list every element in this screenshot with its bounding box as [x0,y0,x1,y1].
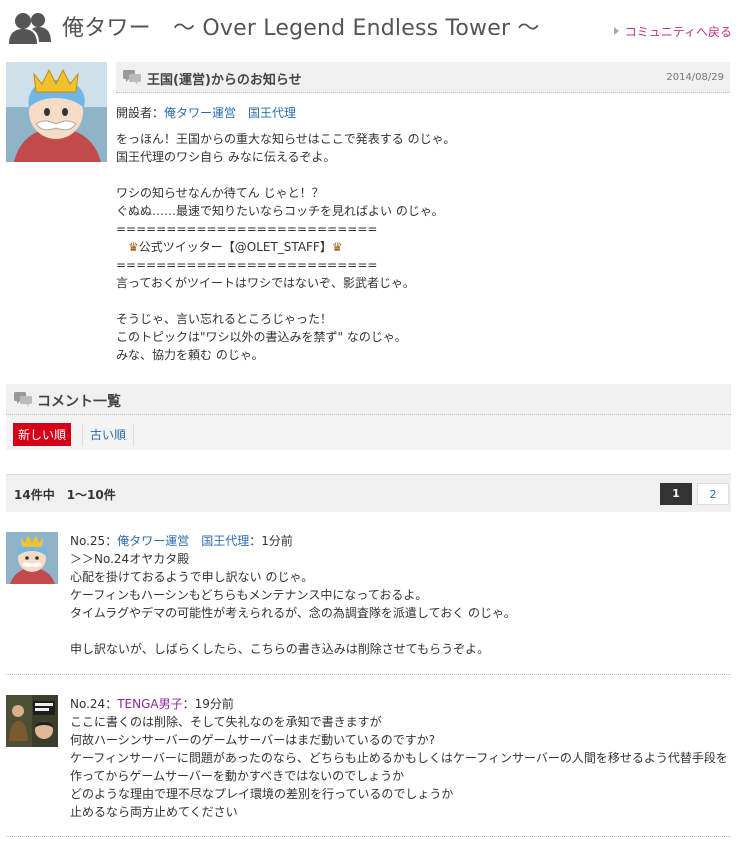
comment-line: 止めるなら両方止めてください [70,805,238,819]
notice-line: をっほん！王国からの重大な知らせはここで発表する のじゃ。 [116,132,456,146]
comment-time: ：1分前 [249,534,293,548]
comment-author-link[interactable]: 俺タワー運営 国王代理 [117,534,249,548]
comment-item: No.25：俺タワー運営 国王代理：1分前 ＞＞No.24オヤカタ殿 心配を掛け… [0,532,746,672]
back-link-label: コミュニティへ戻る [624,25,732,39]
comment-line: 何故ハーシンサーバーのゲームサーバーはまだ動いているのですか? [70,733,436,747]
divider [6,836,731,837]
king-avatar [6,62,107,162]
result-count: 14件中 1～10件 [14,488,116,502]
notice-line: そうじゃ、言い忘れるところじゃった！ [116,312,333,326]
page-2-button[interactable]: 2 [697,483,729,505]
sort-bar: 新しい順 古い順 [6,415,731,450]
comment-number: No.24： [70,697,118,711]
comment-author-link[interactable]: TENGA男子 [117,697,182,711]
pagination-bar: 14件中 1～10件 1 2 [6,474,731,512]
comment-meta: No.25：俺タワー運営 国王代理：1分前 [70,532,740,550]
notice-author-line: 開設者：俺タワー運営 国王代理 [116,104,736,122]
arrow-right-icon [613,27,619,35]
comment-line: 作ってからゲームサーバーを動かすべきではないのでしょうか [70,769,405,783]
sort-oldest-button[interactable]: 古い順 [82,423,135,446]
comment-body: No.25：俺タワー運営 国王代理：1分前 ＞＞No.24オヤカタ殿 心配を掛け… [70,532,740,658]
comments-header: コメント一覧 [6,384,731,415]
comment-meta: No.24：TENGA男子：19分前 [70,695,740,713]
notice-date: 2014/08/29 [666,72,724,83]
community-title: 俺タワー ～ Over Legend Endless Tower ～ [62,16,540,41]
notice-line [116,292,736,310]
crown-icon: ♛ [331,240,343,254]
speech-bubbles-icon [123,70,141,85]
notice-line: みな、協力を頼む のじゃ。 [116,348,264,362]
comment-line: タイムラグやデマの可能性が考えられるが、念の為調査隊を派遣しておく のじゃ。 [70,606,516,620]
notice-line [116,166,736,184]
comments-title: コメント一覧 [37,394,121,410]
comment-item: No.24：TENGA男子：19分前 ここに書くのは削除、そして失礼なのを承知で… [0,695,746,830]
notice-twitter-line: ♛公式ツイッター【@OLET_STAFF】♛ [116,238,736,256]
notice-line: このトピックは"ワシ以外の書込みを禁ず" なのじゃ。 [116,330,407,344]
notice-line: 言っておくがツイートはワシではないぞ、影武者じゃ。 [116,276,415,290]
crown-icon: ♛ [128,240,139,254]
notice-line: 国王代理のワシ自ら みなに伝えるぞよ。 [116,150,336,164]
comment-body: No.24：TENGA男子：19分前 ここに書くのは削除、そして失礼なのを承知で… [70,695,740,821]
page-1-button[interactable]: 1 [660,483,692,505]
notice-line: ワシの知らせなんか待てん じゃと！？ [116,186,324,200]
comment-line: ここに書くのは削除、そして失礼なのを承知で書きますが [70,715,382,729]
notice-title: 王国(運営)からのお知らせ [147,73,302,88]
user-avatar [6,695,58,747]
twitter-label: 公式ツイッター【@OLET_STAFF】 [138,240,332,254]
author-label: 開設者： [116,106,165,120]
king-avatar [6,532,58,584]
comment-line: ケーフィンもハーシンもどちらもメンテナンス中になっておるよ。 [70,588,428,602]
sort-newest-button[interactable]: 新しい順 [13,423,72,446]
back-to-community-link[interactable]: コミュニティへ戻る [613,23,732,40]
users-icon [9,13,51,44]
comment-line: ケーフィンサーバーに問題があったのなら、どちらも止めるかもしくはケーフィンサーバ… [70,751,728,765]
notice-header: 王国(運営)からのお知らせ 2014/08/29 [116,62,730,93]
speech-bubbles-icon [14,392,32,407]
comment-line [70,622,740,640]
notice-body: 開設者：俺タワー運営 国王代理 をっほん！王国からの重大な知らせはここで発表する… [116,104,736,364]
comment-line: 申し訳ないが、しばらくしたら、こちらの書き込みは削除させてもらうぞよ。 [70,642,490,656]
comment-line: ＞＞No.24オヤカタ殿 [70,552,190,566]
notice-author-link[interactable]: 俺タワー運営 国王代理 [164,106,296,120]
divider [6,674,731,675]
comment-time: ：19分前 [182,697,234,711]
notice-line: ぐぬぬ……最速で知りたいならコッチを見ればよい のじゃ。 [116,204,444,218]
notice-line: ========================== [116,258,378,272]
comment-number: No.25： [70,534,118,548]
notice-line: ========================== [116,222,378,236]
comment-line: どのような理由で理不尽なプレイ環境の差別を行っているのでしょうか [70,787,454,801]
comment-line: 心配を掛けておるようで申し訳ない のじゃ。 [70,570,314,584]
